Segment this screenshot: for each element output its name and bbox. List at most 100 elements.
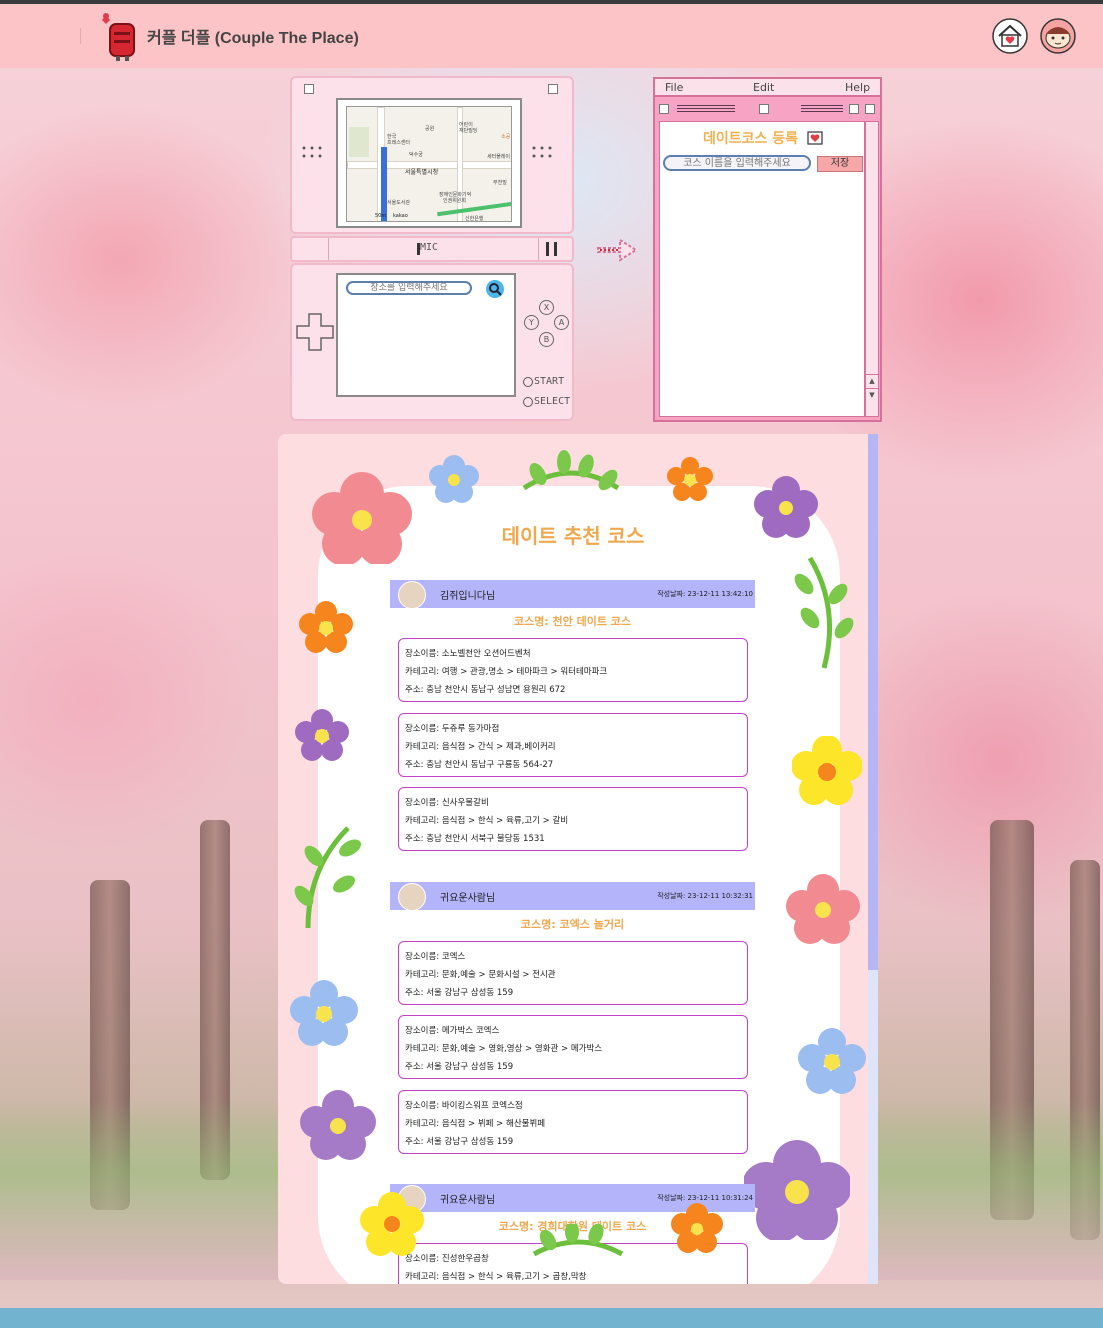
select-label: SELECT <box>534 396 571 407</box>
place-card[interactable]: 장소이름: 메가박스 코엑스 카테고리: 문화,예술 > 영화,영상 > 영화관… <box>398 1015 748 1079</box>
vine-decoration <box>794 556 854 669</box>
titlebar-stripes <box>801 105 843 113</box>
map-scale: 50m <box>375 213 387 219</box>
place-address: 주소: 서울 강남구 삼성동 159 <box>405 988 514 998</box>
place-card[interactable]: 장소이름: 바이킹스워프 코엑스점 카테고리: 음식점 > 뷔페 > 해산물뷔페… <box>398 1090 748 1154</box>
post-date: 작성날짜: 23-12-11 13:42:10 <box>657 590 753 598</box>
vine-decoration <box>294 826 361 929</box>
window-close-square[interactable] <box>659 104 669 114</box>
map-park <box>349 127 369 157</box>
register-course-window: File Edit Help 데이트코스 등록 저장 ▲ ▼ <box>653 77 882 422</box>
course-feed-panel[interactable]: 데이트 추천 코스 김쥐입니다님 작성날짜: 23-12-11 13:42:10… <box>278 434 878 1284</box>
dpad-icon[interactable] <box>296 313 334 351</box>
place-card[interactable]: 장소이름: 코엑스 카테고리: 문화,예술 > 문화시설 > 전시관 주소: 서… <box>398 941 748 1005</box>
menu-edit[interactable]: Edit <box>753 81 774 94</box>
menu-help[interactable]: Help <box>845 81 870 94</box>
x-button[interactable]: X <box>539 300 554 315</box>
start-label: START <box>534 376 565 387</box>
place-address: 주소: 충남 천안시 동남구 성남면 용원리 672 <box>405 685 566 695</box>
scroll-down-icon[interactable]: ▼ <box>866 388 878 400</box>
start-button[interactable] <box>523 377 533 387</box>
y-button[interactable]: Y <box>524 315 539 330</box>
map-label: 신한은행 <box>465 216 484 222</box>
vine-decoration <box>532 1224 624 1257</box>
map-brand: kakao <box>393 213 408 219</box>
flower-decoration <box>798 1028 866 1094</box>
window-scrollbar[interactable]: ▲ ▼ <box>865 121 879 417</box>
kakao-map[interactable]: 한국 프레스센터 덕수궁 서울특별시청 서울도서관 50m kakao 공원 어… <box>346 106 512 222</box>
place-card[interactable]: 장소이름: 신사우물갈비 카테고리: 음식점 > 한식 > 육류,고기 > 갈비… <box>398 787 748 851</box>
vine-decoration <box>522 450 620 491</box>
flower-decoration <box>290 980 358 1046</box>
place-search-input[interactable] <box>346 281 472 295</box>
place-card[interactable]: 장소이름: 소노벨천안 오션어드벤처 카테고리: 여행 > 관광,명소 > 테마… <box>398 638 748 702</box>
register-title: 데이트코스 등록 <box>660 128 866 148</box>
post-author: 김쥐입니다님 <box>440 591 496 602</box>
ds-hinge: MIC <box>290 236 574 262</box>
hinge-line <box>328 238 329 260</box>
place-address: 주소: 서울 강남구 삼성동 159 <box>405 1137 514 1147</box>
battery-icon <box>554 242 557 256</box>
site-header: 커플 더플 (Couple The Place) <box>0 4 1103 68</box>
place-address: 주소: 충남 천안시 동남구 구룡동 564-27 <box>405 760 554 770</box>
course-name: 코스명: 천안 데이트 코스 <box>513 615 632 628</box>
scroll-up-icon[interactable]: ▲ <box>866 374 878 386</box>
feed-scrollbar-thumb[interactable] <box>868 434 878 970</box>
post-date: 작성날짜: 23-12-11 10:32:31 <box>657 892 753 900</box>
flower-decoration <box>360 1192 424 1256</box>
flower-decoration <box>300 1090 376 1160</box>
post-author: 귀요운사람님 <box>440 893 496 904</box>
place-card[interactable]: 장소이름: 두쥬루 동가마점 카테고리: 음식점 > 간식 > 제과,베이커리 … <box>398 713 748 777</box>
window-maximize-square[interactable] <box>865 104 875 114</box>
place-name: 장소이름: 소노벨천안 오션어드벤처 <box>405 649 531 659</box>
map-label: 공원 <box>425 126 435 132</box>
flower-decoration <box>312 472 412 564</box>
select-button[interactable] <box>523 397 533 407</box>
b-button[interactable]: B <box>539 332 554 347</box>
course-name-input[interactable] <box>663 155 811 171</box>
save-button[interactable]: 저장 <box>817 156 863 172</box>
arrow-right-icon <box>597 238 638 262</box>
home-heart-icon[interactable] <box>992 18 1028 54</box>
feed-scrollbar[interactable] <box>868 434 878 1284</box>
feed-title: 데이트 추천 코스 <box>501 524 645 548</box>
avatar <box>398 581 426 609</box>
profile-avatar-icon[interactable] <box>1040 18 1076 54</box>
window-icon-square <box>759 104 769 114</box>
a-button[interactable]: A <box>554 315 569 330</box>
menu-file[interactable]: File <box>665 81 683 94</box>
mic-label: MIC <box>420 242 439 253</box>
flower-decoration <box>786 874 860 944</box>
place-address: 주소: 서울 강남구 삼성동 159 <box>405 1062 514 1072</box>
place-address: 주소: 충남 천안시 서북구 불당동 1531 <box>405 834 545 844</box>
window-minimize-square[interactable] <box>849 104 859 114</box>
place-name: 장소이름: 바이킹스워프 코엑스점 <box>405 1101 523 1111</box>
post-header[interactable]: 김쥐입니다님 작성날짜: 23-12-11 13:42:10 <box>390 580 755 609</box>
flower-decoration <box>295 709 349 761</box>
place-name: 장소이름: 코엑스 <box>405 952 466 962</box>
place-category: 카테고리: 음식점 > 뷔페 > 해산물뷔페 <box>405 1119 546 1129</box>
ds-top-screen: 한국 프레스센터 덕수궁 서울특별시청 서울도서관 50m kakao 공원 어… <box>290 76 574 234</box>
flower-decoration <box>671 1203 723 1253</box>
flower-decoration <box>299 601 353 653</box>
avatar <box>398 883 426 911</box>
flower-decoration <box>744 1140 850 1240</box>
search-icon[interactable] <box>486 280 504 298</box>
course-name: 코스명: 코엑스 놀거리 <box>520 918 625 931</box>
place-category: 카테고리: 음식점 > 한식 > 육류,고기 > 갈비 <box>405 816 569 826</box>
mailbox-logo-icon[interactable] <box>98 10 138 62</box>
post-author: 귀요운사람님 <box>440 1195 496 1206</box>
map-label: 소공 <box>501 134 511 140</box>
map-label: 서울특별시청 <box>405 169 439 176</box>
place-category: 카테고리: 문화,예술 > 문화시설 > 전시관 <box>405 970 556 980</box>
post-header[interactable]: 귀요운사람님 작성날짜: 23-12-11 10:32:31 <box>390 882 755 911</box>
hinge-line <box>538 238 539 260</box>
register-title-text: 데이트코스 등록 <box>703 131 799 147</box>
site-title[interactable]: 커플 더플 (Couple The Place) <box>147 24 359 48</box>
bottom-bar <box>0 1308 1103 1328</box>
window-titlebar <box>655 99 880 119</box>
place-category: 카테고리: 여행 > 관광,명소 > 테마파크 > 워터테마파크 <box>405 667 608 677</box>
map-frame: 한국 프레스센터 덕수궁 서울특별시청 서울도서관 50m kakao 공원 어… <box>336 98 522 228</box>
battery-icon <box>546 242 549 256</box>
map-label: 세터플레이 <box>487 154 511 160</box>
